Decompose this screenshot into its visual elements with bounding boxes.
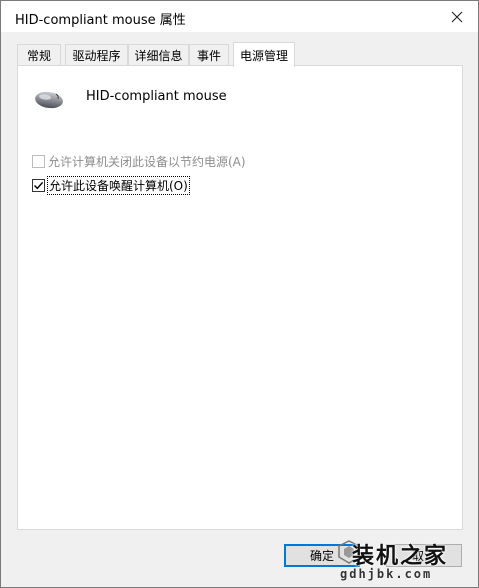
- tab-panel-power-management: HID-compliant mouse 允许计算机关闭此设备以节约电源(A) 允…: [17, 65, 463, 530]
- cancel-button[interactable]: 取消: [386, 544, 462, 567]
- allow-power-off-option: 允许计算机关闭此设备以节约电源(A): [32, 153, 246, 170]
- tab-power-management[interactable]: 电源管理: [233, 42, 295, 67]
- ok-button[interactable]: 确定: [284, 544, 360, 567]
- tab-details[interactable]: 详细信息: [128, 44, 189, 66]
- allow-power-off-label: 允许计算机关闭此设备以节约电源(A): [48, 155, 246, 169]
- tab-general[interactable]: 常规: [17, 44, 61, 66]
- allow-wake-option: 允许此设备唤醒计算机(O): [32, 176, 190, 195]
- allow-wake-label[interactable]: 允许此设备唤醒计算机(O): [47, 176, 190, 195]
- device-name: HID-compliant mouse: [86, 89, 227, 104]
- tab-events[interactable]: 事件: [189, 44, 229, 66]
- title-bar[interactable]: HID-compliant mouse 属性: [1, 1, 478, 32]
- window-title: HID-compliant mouse 属性: [15, 13, 186, 28]
- mouse-icon: [34, 90, 64, 110]
- properties-dialog: HID-compliant mouse 属性 常规 驱动程序 详细信息 事件 电…: [0, 0, 479, 588]
- tab-driver[interactable]: 驱动程序: [65, 44, 128, 66]
- close-icon[interactable]: [445, 6, 469, 28]
- checkmark-icon: [34, 181, 44, 190]
- allow-wake-checkbox[interactable]: [32, 179, 45, 192]
- allow-power-off-checkbox[interactable]: [32, 155, 45, 168]
